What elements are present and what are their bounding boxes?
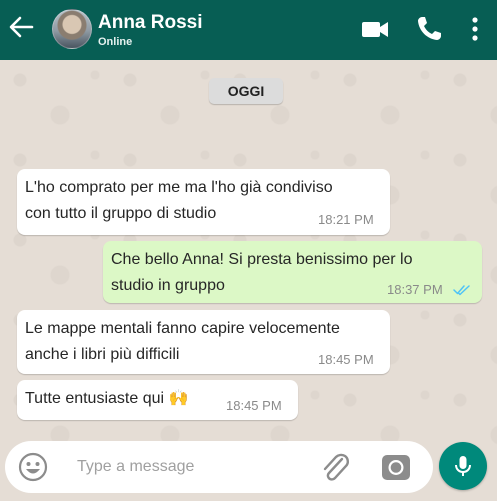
emoji-icon[interactable] xyxy=(17,451,49,483)
message-line: Tutte entusiaste qui 🙌 xyxy=(25,390,189,407)
message-text: Che bello Anna! Si presta benissimo per … xyxy=(111,247,413,299)
message-line: Le mappe mentali fanno capire velocement… xyxy=(25,320,340,337)
message-time: 18:37 PM xyxy=(387,282,443,297)
message-time: 18:21 PM xyxy=(318,212,374,227)
contact-name[interactable]: Anna Rossi xyxy=(98,12,203,34)
camera-icon[interactable] xyxy=(381,452,411,482)
date-separator: OGGI xyxy=(209,78,283,104)
message-line: con tutto il gruppo di studio xyxy=(25,205,217,222)
message-bubble[interactable]: Tutte entusiaste qui 🙌 18:45 PM xyxy=(17,380,298,420)
message-line: anche i libri più difficili xyxy=(25,346,180,363)
message-time: 18:45 PM xyxy=(318,352,374,367)
read-ticks-icon xyxy=(453,285,470,296)
contact-status: Online xyxy=(98,36,133,48)
message-text: Tutte entusiaste qui 🙌 xyxy=(25,386,188,412)
message-line: Che bello Anna! Si presta benissimo per … xyxy=(111,251,413,268)
phone-icon[interactable] xyxy=(413,13,445,45)
back-arrow-icon[interactable] xyxy=(6,12,36,42)
message-text: Le mappe mentali fanno capire velocement… xyxy=(25,316,340,368)
message-bubble[interactable]: L'ho comprato per me ma l'ho già condivi… xyxy=(17,169,390,235)
message-bubble[interactable]: Che bello Anna! Si presta benissimo per … xyxy=(103,241,482,303)
chat-header: Anna Rossi Online xyxy=(0,0,497,60)
message-bubble[interactable]: Le mappe mentali fanno capire velocement… xyxy=(17,310,390,374)
video-call-icon[interactable] xyxy=(359,13,391,45)
message-text: L'ho comprato per me ma l'ho già condivi… xyxy=(25,175,333,227)
avatar[interactable] xyxy=(52,9,92,49)
message-line: studio in gruppo xyxy=(111,277,225,294)
more-vertical-icon[interactable] xyxy=(463,13,495,45)
mic-icon xyxy=(455,456,471,476)
attach-icon[interactable] xyxy=(318,451,352,483)
chat-area[interactable]: OGGI L'ho comprato per me ma l'ho già co… xyxy=(0,60,497,501)
message-time: 18:45 PM xyxy=(226,398,282,413)
mic-button[interactable] xyxy=(439,442,487,490)
message-composer[interactable]: Type a message xyxy=(5,441,433,493)
message-line: L'ho comprato per me ma l'ho già condivi… xyxy=(25,179,333,196)
message-input[interactable]: Type a message xyxy=(77,458,194,476)
